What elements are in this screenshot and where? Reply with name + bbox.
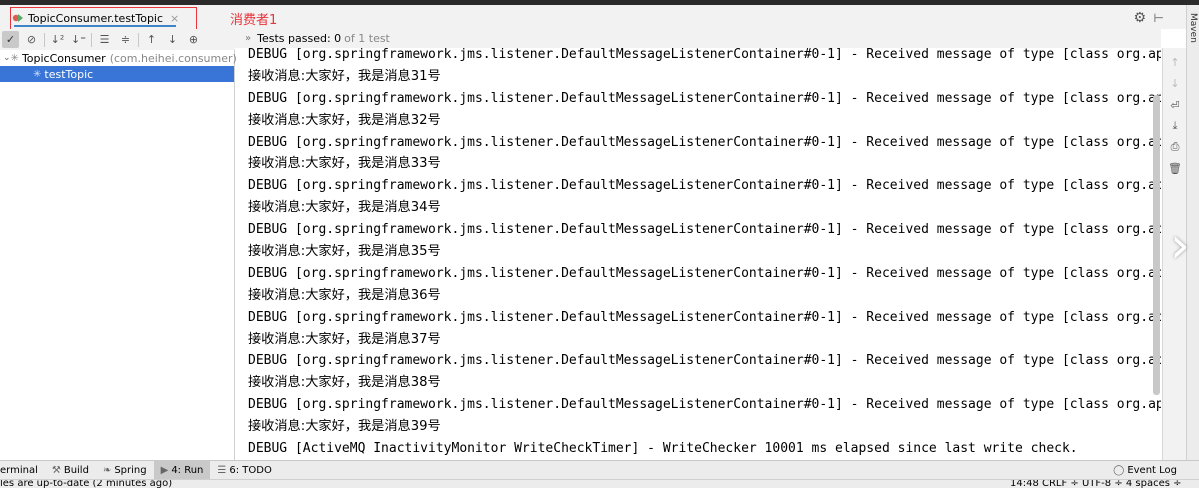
spring-tool-button[interactable]: ❧ Spring bbox=[96, 461, 154, 480]
toolbar-divider bbox=[91, 32, 92, 47]
run-label: 4: Run bbox=[171, 464, 204, 476]
print-icon[interactable]: ⎙ bbox=[1167, 139, 1183, 155]
todo-tool-button[interactable]: ☰ 6: TODO bbox=[210, 461, 278, 480]
zoom-icon[interactable]: ⊕ bbox=[185, 31, 202, 48]
console-message-line: 接收消息:大家好，我是消息38号 bbox=[248, 375, 441, 391]
arrow-up-icon[interactable]: ↑ bbox=[1167, 54, 1183, 70]
arrow-down-icon[interactable]: ↓ bbox=[1167, 75, 1183, 91]
todo-label: 6: TODO bbox=[229, 464, 272, 476]
soft-wrap-icon[interactable]: ⏎ bbox=[1167, 97, 1183, 113]
scroll-to-end-icon[interactable]: ⤓ bbox=[1167, 118, 1183, 134]
status-message: les are up-to-date (2 minutes ago) bbox=[0, 479, 173, 488]
sort-alpha-icon[interactable]: ↓² bbox=[49, 31, 66, 48]
console-message-line: 接收消息:大家好，我是消息34号 bbox=[248, 200, 441, 216]
chevron-down-icon[interactable]: ⌄ bbox=[3, 53, 11, 63]
event-log-button[interactable]: ◯ Event Log bbox=[1113, 461, 1177, 480]
console-debug-line: DEBUG [org.springframework.jms.listener.… bbox=[248, 178, 1161, 194]
console-debug-line: DEBUG [org.springframework.jms.listener.… bbox=[248, 222, 1161, 238]
previous-failed-icon[interactable]: ↑ bbox=[143, 31, 160, 48]
test-suite-icon: ✳ bbox=[10, 52, 19, 64]
collapse-all-icon[interactable]: ≑ bbox=[117, 31, 134, 48]
speech-bubble-icon: ◯ bbox=[1113, 465, 1125, 476]
console-debug-line: DEBUG [org.springframework.jms.listener.… bbox=[248, 397, 1161, 413]
annotation-label: 消费者1 bbox=[230, 13, 278, 28]
hide-panel-icon[interactable]: ⊢ bbox=[1154, 11, 1164, 25]
next-failed-icon[interactable]: ↓ bbox=[164, 31, 181, 48]
build-tool-button[interactable]: ⚒ Build bbox=[45, 461, 96, 480]
test-method-icon: ✳ bbox=[33, 68, 42, 80]
run-tab-bar: TopicConsumer.testTopic × ⚙ ⊢ bbox=[0, 5, 1186, 29]
build-label: Build bbox=[63, 464, 89, 476]
active-tab-indicator bbox=[14, 25, 176, 27]
spring-label: Spring bbox=[114, 464, 147, 476]
tests-total-text: of 1 test bbox=[344, 32, 390, 45]
run-tool-button[interactable]: ▶ 4: Run bbox=[153, 460, 211, 480]
console-debug-line: DEBUG [org.springframework.jms.listener.… bbox=[248, 134, 1161, 150]
test-status-bar: » Tests passed: 0 of 1 test bbox=[235, 29, 1161, 48]
console-scrollbar[interactable] bbox=[1153, 95, 1160, 395]
console-output[interactable]: DEBUG [org.springframework.jms.listener.… bbox=[236, 48, 1161, 460]
tool-window-bar: erminal ⚒ Build ❧ Spring ▶ 4: Run ☰ 6: T… bbox=[0, 460, 1199, 480]
close-icon[interactable]: × bbox=[170, 12, 179, 25]
terminal-label: erminal bbox=[0, 464, 38, 476]
tree-node-test[interactable]: ✳ testTopic bbox=[0, 66, 234, 82]
console-message-line: 接收消息:大家好，我是消息33号 bbox=[248, 156, 441, 172]
chevron-right-icon[interactable]: › bbox=[1164, 215, 1196, 275]
console-message-line: 接收消息:大家好，我是消息31号 bbox=[248, 68, 441, 84]
hammer-icon: ⚒ bbox=[51, 464, 61, 476]
console-debug-line: DEBUG [org.springframework.jms.listener.… bbox=[248, 48, 1161, 62]
console-message-line: 接收消息:大家好，我是消息32号 bbox=[248, 112, 441, 128]
event-log-label: Event Log bbox=[1127, 465, 1177, 476]
show-ignored-icon[interactable]: ⊘ bbox=[23, 31, 40, 48]
console-debug-line: DEBUG [org.springframework.jms.listener.… bbox=[248, 309, 1161, 325]
console-debug-line: DEBUG [org.springframework.jms.listener.… bbox=[248, 265, 1161, 281]
toolbar-divider bbox=[44, 32, 45, 47]
expand-chevron-icon[interactable]: » bbox=[245, 33, 251, 44]
leaf-icon: ❧ bbox=[102, 464, 112, 476]
test-tree: ⌄ ✳ TopicConsumer (com.heihei.consumer) … bbox=[0, 50, 237, 460]
play-icon: ▶ bbox=[160, 464, 169, 476]
console-message-line: 接收消息:大家好，我是消息37号 bbox=[248, 331, 441, 347]
console-lines: DEBUG [org.springframework.jms.listener.… bbox=[248, 48, 1161, 460]
show-passed-icon[interactable]: ✓ bbox=[2, 31, 19, 48]
console-debug-line: DEBUG [org.springframework.jms.listener.… bbox=[248, 353, 1161, 369]
tree-node-root-package: (com.heihei.consumer) bbox=[109, 51, 237, 65]
console-message-line: 接收消息:大家好，我是消息39号 bbox=[248, 419, 441, 435]
ide-status-line: les are up-to-date (2 minutes ago) 14:48… bbox=[0, 479, 1199, 488]
gear-icon[interactable]: ⚙ bbox=[1133, 10, 1146, 26]
maven-tool-button[interactable]: Maven bbox=[1188, 13, 1198, 43]
console-debug-line: DEBUG [org.springframework.jms.listener.… bbox=[248, 90, 1161, 106]
sort-duration-icon[interactable]: ↓⁼ bbox=[70, 31, 87, 48]
status-indicators[interactable]: 14:48 CRLF ÷ UTF-8 ÷ 4 spaces ÷ bbox=[1010, 480, 1182, 488]
toolbar-divider bbox=[138, 32, 139, 47]
tree-node-root-label: TopicConsumer bbox=[21, 51, 106, 65]
run-tab-title: TopicConsumer.testTopic bbox=[28, 11, 164, 25]
console-debug-line: DEBUG [ActiveMQ InactivityMonitor WriteC… bbox=[248, 441, 1078, 457]
expand-all-icon[interactable]: ☰ bbox=[96, 31, 113, 48]
test-toolbar: ✓ ⊘ ↓² ↓⁼ ☰ ≑ ↑ ↓ ⊕ bbox=[0, 29, 235, 50]
tree-node-test-label: testTopic bbox=[44, 67, 94, 81]
trash-icon[interactable]: 🗑 bbox=[1167, 160, 1183, 176]
tests-passed-text: Tests passed: 0 bbox=[257, 32, 342, 45]
list-icon: ☰ bbox=[217, 464, 227, 476]
console-message-line: 接收消息:大家好，我是消息35号 bbox=[248, 244, 441, 260]
terminal-tool-button[interactable]: erminal bbox=[0, 461, 45, 480]
console-message-line: 接收消息:大家好，我是消息36号 bbox=[248, 287, 441, 303]
tree-node-root[interactable]: ⌄ ✳ TopicConsumer (com.heihei.consumer) bbox=[0, 50, 237, 66]
test-run-icon bbox=[12, 14, 23, 22]
